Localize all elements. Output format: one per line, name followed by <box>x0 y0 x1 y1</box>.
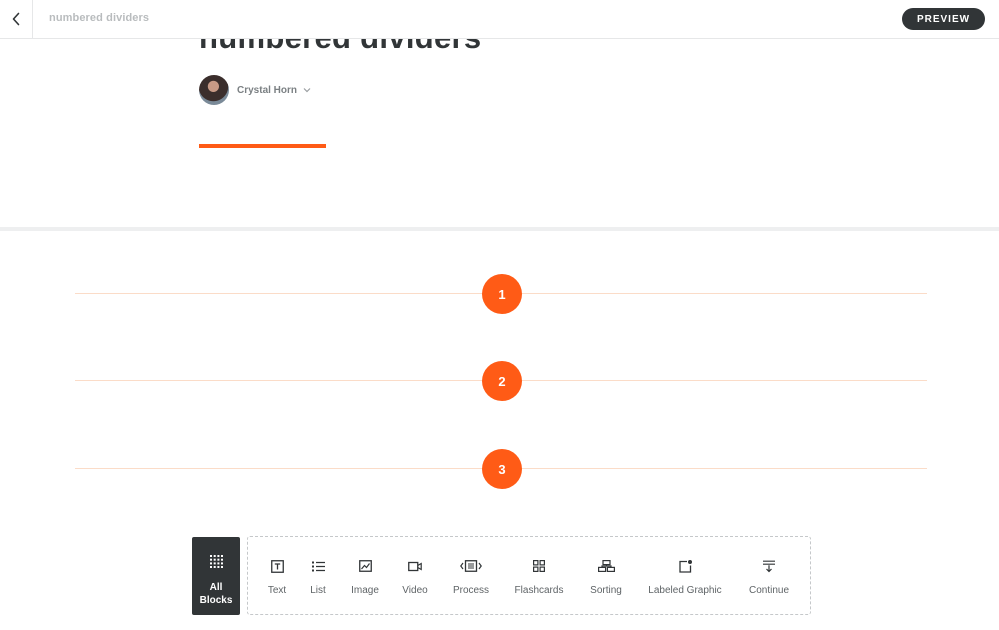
block-video[interactable]: Video <box>399 537 431 614</box>
block-flashcards[interactable]: Flashcards <box>511 537 567 614</box>
block-labeled-graphic[interactable]: Labeled Graphic <box>645 537 725 614</box>
video-icon <box>407 558 423 574</box>
divider-number: 1 <box>482 274 522 314</box>
block-process[interactable]: Process <box>450 537 492 614</box>
block-list[interactable]: List <box>304 537 332 614</box>
preview-button[interactable]: PREVIEW <box>902 8 985 30</box>
all-blocks-button[interactable]: All Blocks <box>192 537 240 615</box>
author-selector[interactable]: Crystal Horn <box>199 75 311 105</box>
divider-number: 2 <box>482 361 522 401</box>
process-icon <box>460 558 482 574</box>
block-toolbar: Text List Image Video Process Flashcards <box>247 536 811 615</box>
flashcards-icon <box>531 558 547 574</box>
list-icon <box>310 558 326 574</box>
grid-icon <box>209 555 223 573</box>
block-image[interactable]: Image <box>348 537 382 614</box>
back-button[interactable] <box>0 0 33 38</box>
top-bar: numbered dividers PREVIEW <box>0 0 999 39</box>
numbered-divider[interactable]: 1 <box>75 274 927 314</box>
image-icon <box>357 558 373 574</box>
block-continue[interactable]: Continue <box>744 537 794 614</box>
numbered-divider[interactable]: 3 <box>75 449 927 489</box>
document-title: numbered dividers <box>49 12 150 24</box>
author-name: Crystal Horn <box>237 84 298 96</box>
sorting-icon <box>597 558 615 574</box>
chevron-down-icon <box>303 87 311 93</box>
avatar <box>199 75 229 105</box>
numbered-divider[interactable]: 2 <box>75 361 927 401</box>
section-separator <box>0 227 999 231</box>
chevron-left-icon <box>12 12 20 26</box>
block-sorting[interactable]: Sorting <box>585 537 627 614</box>
block-text[interactable]: Text <box>262 537 292 614</box>
text-block-icon <box>269 558 285 574</box>
continue-icon <box>761 558 777 574</box>
divider-number: 3 <box>482 449 522 489</box>
all-blocks-label: All Blocks <box>199 582 233 606</box>
labeled-graphic-icon <box>677 558 693 574</box>
title-accent-bar <box>199 144 326 148</box>
